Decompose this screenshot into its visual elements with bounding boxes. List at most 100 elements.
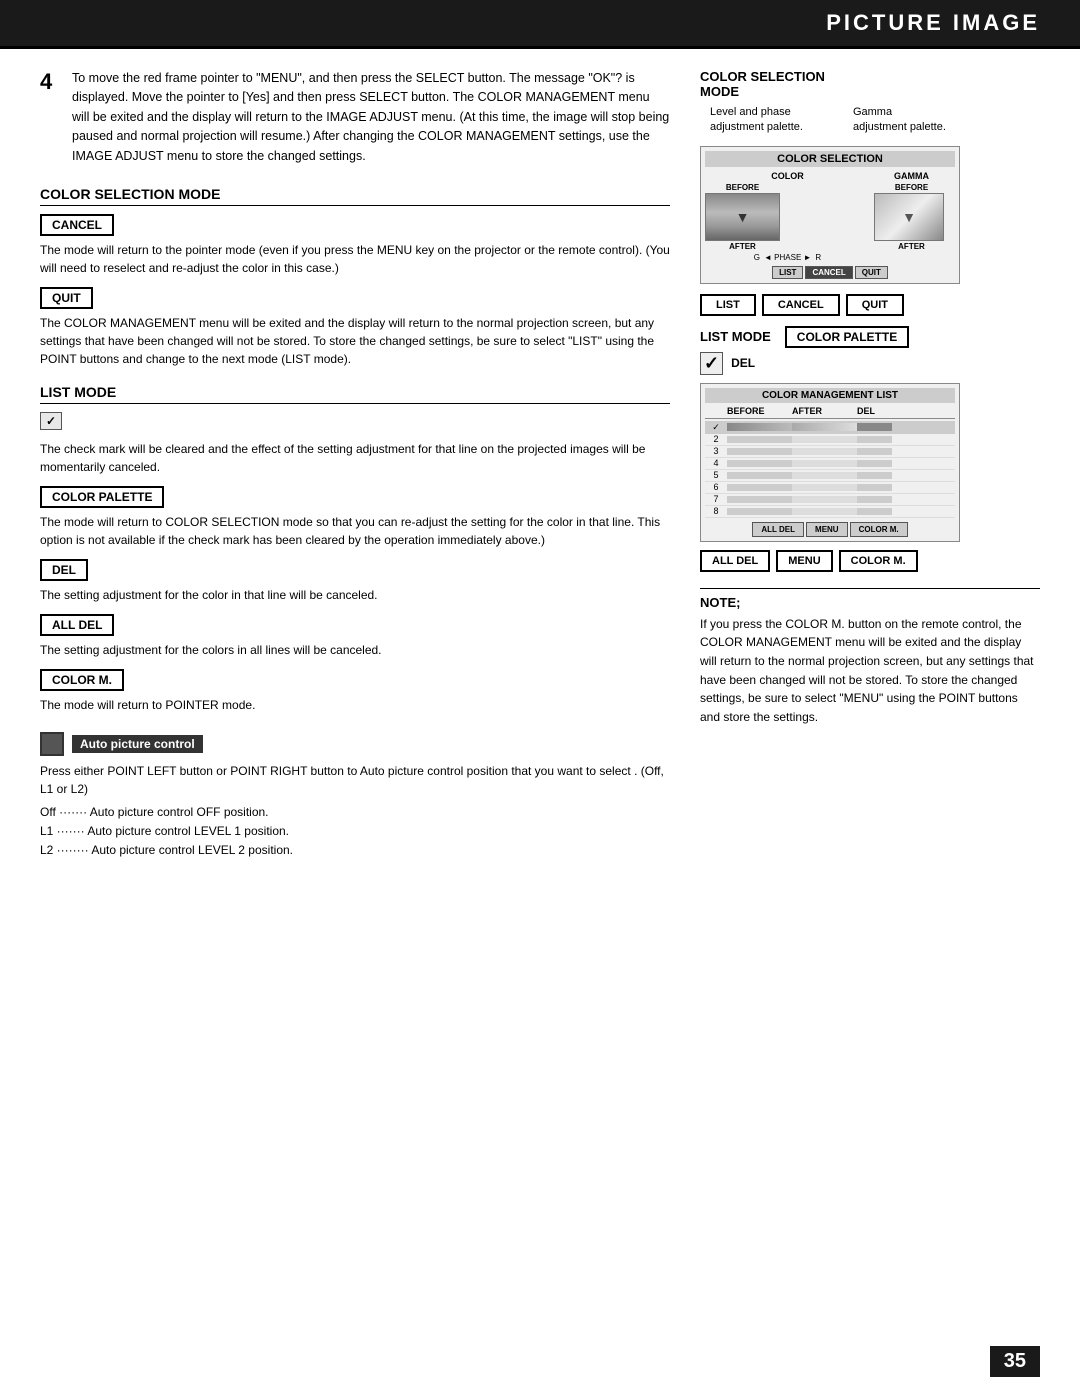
cs-gamma-panel: GAMMA BEFORE ▼ AFTER bbox=[874, 171, 949, 262]
auto-picture-intro: Press either POINT LEFT button or POINT … bbox=[40, 762, 670, 799]
lm-main-buttons: ALL DEL MENU COLOR M. bbox=[700, 550, 1040, 572]
lm-num-8: 8 bbox=[705, 506, 727, 516]
lm-color-m-btn: COLOR M. bbox=[850, 522, 908, 537]
lm-num-3: 3 bbox=[705, 446, 727, 456]
cancel-description: The mode will return to the pointer mode… bbox=[40, 241, 670, 277]
cs-col1: COLOR bbox=[771, 171, 804, 181]
cs-gamma-boxes: BEFORE ▼ AFTER bbox=[874, 183, 949, 251]
cs-gamma-box: ▼ bbox=[874, 193, 944, 241]
list-item: L2 ········ Auto picture control LEVEL 2… bbox=[40, 841, 670, 860]
lm-row-7: 7 bbox=[705, 494, 955, 506]
auto-picture-section: Auto picture control Press either POINT … bbox=[40, 732, 670, 861]
lm-del-row: ✓ DEL bbox=[700, 352, 1040, 375]
lm-check-arrow: ✓ bbox=[700, 352, 723, 375]
auto-picture-label: Auto picture control bbox=[72, 735, 203, 753]
quit-description: The COLOR MANAGEMENT menu will be exited… bbox=[40, 314, 670, 368]
check-mark-description: The check mark will be cleared and the e… bbox=[40, 440, 670, 476]
lm-check-1: ✓ bbox=[705, 422, 727, 433]
color-m-description: The mode will return to POINTER mode. bbox=[40, 696, 670, 714]
lm-after-swatch-5 bbox=[792, 472, 857, 479]
cs-gamma-after: AFTER bbox=[874, 242, 949, 251]
lm-before-swatch-8 bbox=[727, 508, 792, 515]
main-content: 4 To move the red frame pointer to "MENU… bbox=[0, 49, 1080, 881]
page-title: PICTURE IMAGE bbox=[826, 10, 1040, 35]
cs-before-box: ▼ bbox=[705, 193, 780, 241]
color-m-main-btn: COLOR M. bbox=[839, 550, 918, 572]
lm-del-swatch-6 bbox=[857, 484, 892, 491]
right-cs-heading-text: COLOR SELECTION bbox=[700, 69, 825, 84]
menu-main-btn: MENU bbox=[776, 550, 832, 572]
check-mark-icon-box: ✓ bbox=[40, 412, 670, 435]
cs-r-label: R bbox=[815, 253, 821, 262]
color-selection-diagram: COLOR SELECTION COLOR BEFORE ▼ AFTER bbox=[700, 146, 960, 284]
step-number: 4 bbox=[40, 69, 60, 166]
page-header: PICTURE IMAGE bbox=[0, 0, 1080, 49]
lm-row-8: 8 bbox=[705, 506, 955, 518]
cs-g-label: G bbox=[754, 253, 760, 262]
lm-del-col: DEL bbox=[857, 406, 897, 416]
lm-row-6: 6 bbox=[705, 482, 955, 494]
lm-row-5: 5 bbox=[705, 470, 955, 482]
cs-diagram-body: COLOR BEFORE ▼ AFTER G ◄ PHASE ► bbox=[705, 171, 955, 262]
cs-cancel-btn: CANCEL bbox=[805, 266, 852, 279]
auto-picture-list: Off ······· Auto picture control OFF pos… bbox=[40, 803, 670, 861]
lm-diagram-title: COLOR MANAGEMENT LIST bbox=[705, 388, 955, 403]
cs-col-headers: COLOR bbox=[705, 171, 870, 181]
cs-phase-label: ◄ PHASE ► bbox=[764, 253, 811, 262]
cs-after-label: AFTER bbox=[705, 242, 780, 251]
lm-row-inner-1: ✓ bbox=[705, 421, 955, 434]
cs-list-btn: LIST bbox=[772, 266, 803, 279]
cs-phase-row: G ◄ PHASE ► R bbox=[705, 253, 870, 262]
check-icon: ✓ bbox=[40, 412, 62, 430]
lm-before-swatch-7 bbox=[727, 496, 792, 503]
cs-gamma-before: BEFORE bbox=[874, 183, 949, 192]
level-sublabel-text: adjustment palette. bbox=[710, 120, 803, 135]
quit-main-btn: QUIT bbox=[846, 294, 904, 316]
lm-del-swatch-8 bbox=[857, 508, 892, 515]
color-m-badge: COLOR M. bbox=[40, 669, 124, 691]
auto-picture-header: Auto picture control bbox=[40, 732, 670, 756]
lm-del-swatch-5 bbox=[857, 472, 892, 479]
page-number: 35 bbox=[990, 1346, 1040, 1377]
palette-labels: Level and phase adjustment palette. Gamm… bbox=[710, 105, 1040, 136]
lm-num-2: 2 bbox=[705, 434, 727, 444]
lm-num-4: 4 bbox=[705, 458, 727, 468]
all-del-badge: ALL DEL bbox=[40, 614, 114, 636]
lm-after-swatch-8 bbox=[792, 508, 857, 515]
lm-before-swatch-4 bbox=[727, 460, 792, 467]
lm-after-swatch-3 bbox=[792, 448, 857, 455]
step-4-text: To move the red frame pointer to "MENU",… bbox=[72, 69, 670, 166]
note-section: NOTE; If you press the COLOR M. button o… bbox=[700, 588, 1040, 727]
lm-row-1: ✓ bbox=[705, 421, 955, 434]
color-palette-badge: COLOR PALETTE bbox=[40, 486, 164, 508]
cancel-main-btn: CANCEL bbox=[762, 294, 840, 316]
right-cs-heading: COLOR SELECTION MODE bbox=[700, 69, 1040, 99]
note-heading: NOTE; bbox=[700, 595, 1040, 610]
lm-before-swatch-3 bbox=[727, 448, 792, 455]
list-item: L1 ······· Auto picture control LEVEL 1 … bbox=[40, 822, 670, 841]
cs-before-after-panels: BEFORE ▼ AFTER bbox=[705, 183, 870, 251]
cancel-badge: CANCEL bbox=[40, 214, 114, 236]
level-label-text: Level and phase bbox=[710, 105, 803, 120]
list-item: Off ······· Auto picture control OFF pos… bbox=[40, 803, 670, 822]
gamma-label-text: Gamma bbox=[853, 105, 946, 120]
lm-del-swatch-4 bbox=[857, 460, 892, 467]
color-palette-description: The mode will return to COLOR SELECTION … bbox=[40, 513, 670, 549]
level-label: Level and phase adjustment palette. bbox=[710, 105, 803, 136]
gamma-sublabel-text: adjustment palette. bbox=[853, 120, 946, 135]
all-del-main-btn: ALL DEL bbox=[700, 550, 770, 572]
lm-del-swatch-3 bbox=[857, 448, 892, 455]
lm-after-swatch-6 bbox=[792, 484, 857, 491]
gamma-label: Gamma adjustment palette. bbox=[853, 105, 946, 136]
color-selection-mode-heading: COLOR SELECTION MODE bbox=[40, 186, 670, 206]
lm-menu-btn: MENU bbox=[806, 522, 848, 537]
lm-heading-row: LIST MODE COLOR PALETTE bbox=[700, 326, 1040, 348]
lm-after-swatch-4 bbox=[792, 460, 857, 467]
lm-num-6: 6 bbox=[705, 482, 727, 492]
lm-heading-text: LIST MODE bbox=[700, 329, 771, 344]
del-description: The setting adjustment for the color in … bbox=[40, 586, 670, 604]
del-badge: DEL bbox=[40, 559, 88, 581]
auto-picture-icon bbox=[40, 732, 64, 756]
all-del-description: The setting adjustment for the colors in… bbox=[40, 641, 670, 659]
cs-diagram-buttons: LIST CANCEL QUIT bbox=[705, 266, 955, 279]
